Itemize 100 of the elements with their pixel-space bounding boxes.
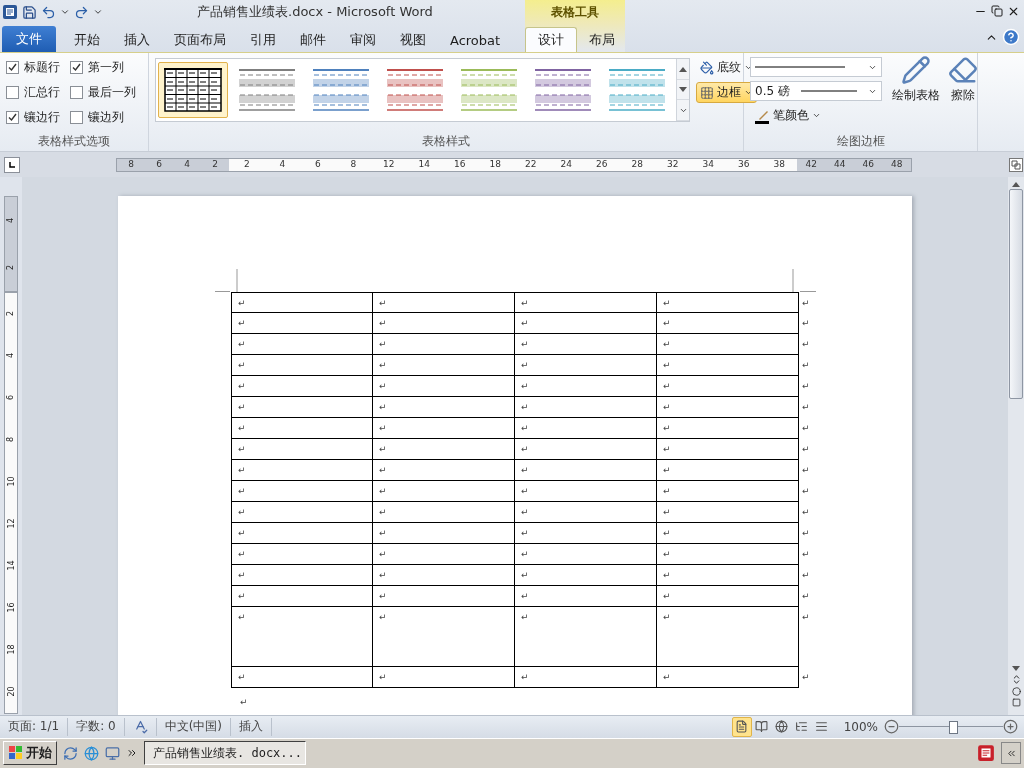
ribbon-tab[interactable]: 布局 bbox=[577, 28, 627, 52]
paragraph-mark: ↵ bbox=[238, 590, 246, 601]
ribbon-tab[interactable]: 视图 bbox=[388, 28, 438, 52]
ruler-number: 36 bbox=[738, 160, 750, 170]
paragraph-mark: ↵ bbox=[521, 527, 529, 538]
paragraph-mark: ↵ bbox=[379, 317, 387, 328]
ruler-number: 4 bbox=[6, 353, 16, 359]
crop-mark bbox=[215, 268, 238, 292]
view-ruler-icon[interactable] bbox=[1009, 157, 1023, 172]
paragraph-mark: ↵ bbox=[663, 569, 671, 580]
quick-launch-icon[interactable] bbox=[63, 745, 78, 761]
line-style-dropdown[interactable] bbox=[750, 57, 882, 77]
app-icon[interactable] bbox=[2, 4, 18, 20]
redo-icon[interactable] bbox=[74, 4, 89, 20]
pen-color-button[interactable]: 笔颜色 bbox=[750, 105, 882, 126]
row-end-mark: ↵ bbox=[802, 443, 810, 454]
start-button[interactable]: 开始 bbox=[3, 741, 57, 766]
paragraph-mark: ↵ bbox=[663, 380, 671, 391]
ruler-number: 14 bbox=[418, 160, 430, 170]
ribbon-tab[interactable]: 文件 bbox=[2, 26, 56, 52]
paragraph-mark: ↵ bbox=[379, 548, 387, 559]
paragraph-mark: ↵ bbox=[379, 506, 387, 517]
scroll-up-icon[interactable] bbox=[679, 65, 687, 72]
restore-icon[interactable] bbox=[991, 5, 1003, 17]
eraser-button[interactable]: 擦除 bbox=[944, 53, 982, 132]
book-icon bbox=[755, 720, 769, 734]
paragraph-mark: ↵ bbox=[663, 611, 671, 622]
paragraph-mark: ↵ bbox=[521, 464, 529, 475]
paragraph-mark: ↵ bbox=[663, 527, 671, 538]
taskbar-window-button[interactable]: 产品销售业绩表. docx... bbox=[144, 741, 306, 766]
checkbox[interactable] bbox=[70, 110, 83, 124]
scroll-down-icon[interactable] bbox=[679, 86, 687, 93]
checkbox[interactable] bbox=[6, 60, 19, 74]
ruler-number: 10 bbox=[6, 476, 16, 487]
zoom-slider-thumb[interactable] bbox=[949, 720, 959, 734]
ribbon-tab[interactable]: 页面布局 bbox=[162, 28, 238, 52]
crop-mark bbox=[792, 268, 817, 292]
shading-button[interactable]: 底纹 bbox=[696, 57, 757, 78]
ruler-number: 8 bbox=[128, 160, 134, 170]
paragraph-mark: ↵ bbox=[521, 359, 529, 370]
checkbox[interactable] bbox=[6, 110, 19, 124]
ribbon-tab[interactable]: 插入 bbox=[112, 28, 162, 52]
paragraph-mark: ↵ bbox=[521, 380, 529, 391]
row-end-mark: ↵ bbox=[802, 590, 810, 601]
paragraph-mark: ↵ bbox=[663, 422, 671, 433]
table-style-option[interactable] bbox=[158, 62, 228, 118]
view-button[interactable] bbox=[731, 716, 752, 737]
scroll-down-icon[interactable] bbox=[1012, 665, 1020, 672]
zoom-in-icon[interactable] bbox=[1003, 719, 1018, 735]
save-icon[interactable] bbox=[22, 4, 37, 20]
desktop-icon[interactable] bbox=[105, 745, 120, 761]
table-style-thumbnail bbox=[386, 68, 444, 112]
ruler-number: 4 bbox=[6, 217, 16, 223]
help-icon[interactable] bbox=[1002, 28, 1020, 46]
checkbox-label: 镶边行 bbox=[24, 108, 60, 126]
lines-icon bbox=[815, 720, 829, 734]
checkbox[interactable] bbox=[70, 60, 83, 74]
dropdown-icon[interactable] bbox=[60, 7, 70, 17]
paragraph-mark: ↵ bbox=[238, 297, 246, 308]
ribbon-tab[interactable]: 引用 bbox=[238, 28, 288, 52]
paragraph-mark: ↵ bbox=[238, 464, 246, 475]
caret-icon bbox=[744, 88, 753, 97]
paragraph-mark: ↵ bbox=[663, 464, 671, 475]
ribbon-tab[interactable]: 开始 bbox=[62, 28, 112, 52]
zoom-out-icon[interactable] bbox=[884, 719, 899, 735]
undo-icon[interactable] bbox=[41, 4, 56, 20]
ruler-number: 20 bbox=[6, 686, 16, 697]
checkbox[interactable] bbox=[70, 85, 83, 99]
row-end-mark: ↵ bbox=[802, 671, 810, 682]
next-page-icon[interactable] bbox=[1011, 697, 1021, 707]
row-end-mark: ↵ bbox=[802, 464, 810, 475]
customize-toolbar-icon[interactable] bbox=[93, 7, 103, 17]
ruler-number: 2 bbox=[243, 160, 250, 170]
group-label: 表格样式选项 bbox=[37, 132, 111, 150]
group-label: 表格样式 bbox=[421, 132, 471, 150]
tray-app-icon[interactable] bbox=[977, 744, 995, 763]
paragraph-mark: ↵ bbox=[238, 485, 246, 496]
checkbox-label: 第一列 bbox=[88, 58, 124, 76]
paragraph-mark: ↵ bbox=[663, 317, 671, 328]
ribbon-tab[interactable]: 邮件 bbox=[288, 28, 338, 52]
draw-table-button[interactable]: 绘制表格 bbox=[888, 53, 944, 132]
table-eraser-icon bbox=[948, 55, 978, 85]
paragraph-mark: ↵ bbox=[521, 548, 529, 559]
paragraph-mark: ↵ bbox=[379, 671, 387, 682]
paragraph-mark: ↵ bbox=[521, 422, 529, 433]
language-indicator: 中文(中国) bbox=[156, 717, 232, 736]
row-end-mark: ↵ bbox=[802, 297, 810, 308]
ruler-number: 6 bbox=[314, 160, 321, 170]
browse-object-icon[interactable] bbox=[1011, 686, 1021, 696]
line-weight-dropdown[interactable]: 0.5 磅 bbox=[750, 81, 882, 101]
tab-selector[interactable] bbox=[4, 156, 20, 173]
row-end-mark: ↵ bbox=[802, 485, 810, 496]
ribbon-tab[interactable]: 设计 bbox=[525, 27, 577, 52]
row-end-mark: ↵ bbox=[802, 380, 810, 391]
paragraph-mark: ↵ bbox=[521, 317, 529, 328]
ribbon-tab[interactable]: 审阅 bbox=[338, 28, 388, 52]
checkbox[interactable] bbox=[6, 85, 19, 99]
ribbon-tab[interactable]: Acrobat bbox=[438, 28, 513, 52]
scroll-thumb[interactable] bbox=[1009, 188, 1023, 399]
ruler-number: 44 bbox=[834, 160, 846, 170]
